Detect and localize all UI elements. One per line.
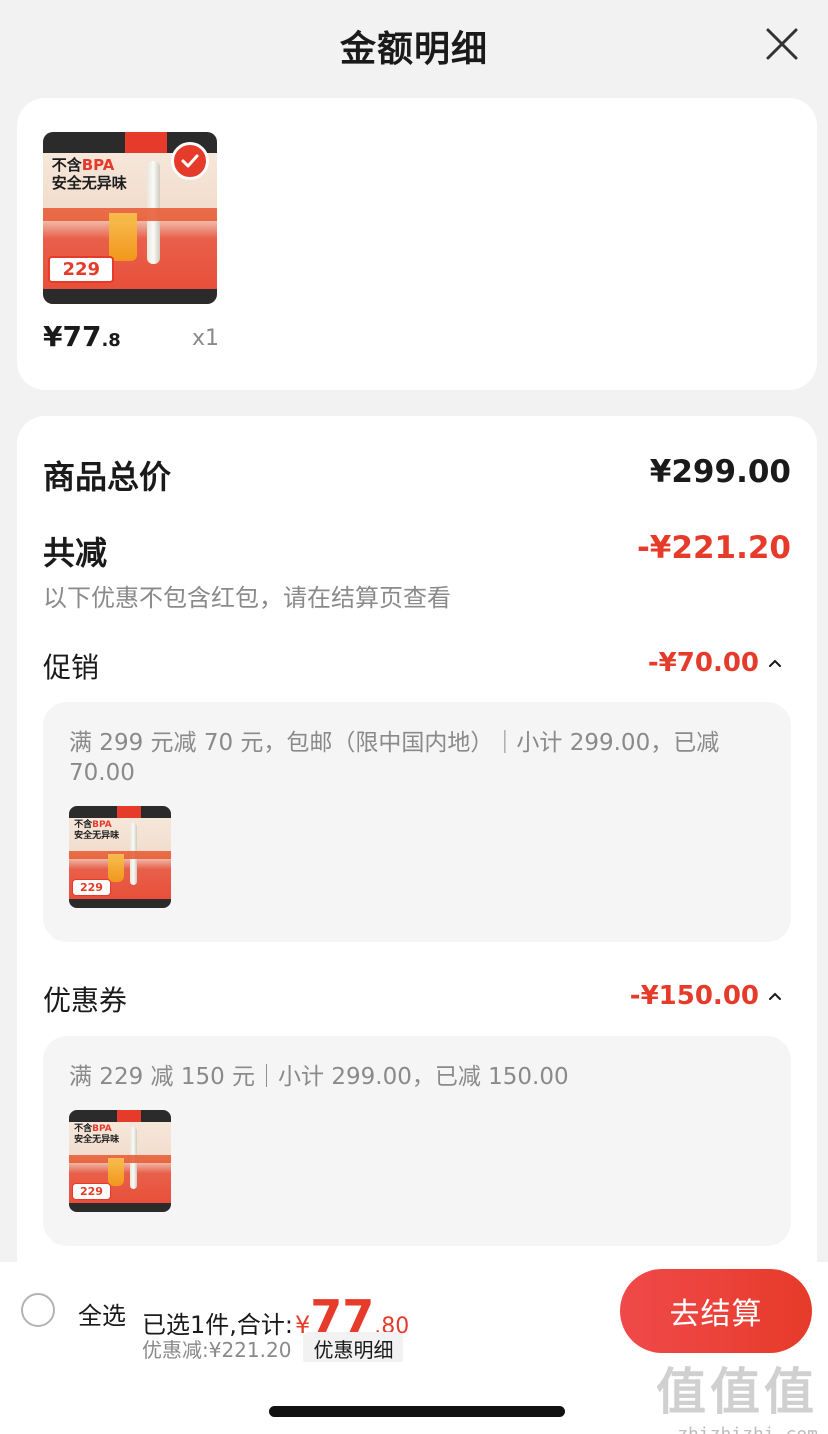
promo-detail-box: 满 299 元减 70 元，包邮（限中国内地）｜小计 299.00，已减 70.… bbox=[43, 702, 791, 942]
discount-summary: 优惠减:¥221.20 优惠明细 bbox=[142, 1332, 404, 1365]
total-reduce-value: -¥221.20 bbox=[636, 530, 791, 566]
total-price-value: ¥299.00 bbox=[649, 454, 791, 490]
discount-amount: 优惠减:¥221.20 bbox=[142, 1338, 292, 1362]
thumb-headline: 不含BPA 安全无异味 bbox=[51, 156, 127, 193]
watermark-url: zhizhizhi.com bbox=[656, 1424, 818, 1434]
discount-detail-button[interactable]: 优惠明细 bbox=[303, 1332, 404, 1365]
chevron-up-icon bbox=[769, 659, 781, 667]
select-all-radio[interactable] bbox=[21, 1293, 55, 1327]
amount-detail-card: 商品总价 ¥299.00 共减 -¥221.20 以下优惠不包含红包，请在结算页… bbox=[17, 416, 817, 1296]
coupon-value: -¥150.00 bbox=[629, 981, 759, 1011]
promo-value: -¥70.00 bbox=[647, 648, 759, 678]
promo-toggle[interactable]: -¥70.00 bbox=[648, 648, 783, 678]
watermark-logo: 值值值 bbox=[656, 1363, 818, 1421]
modal-header: 金额明细 bbox=[0, 0, 828, 92]
coupon-label: 优惠券 bbox=[43, 984, 128, 1017]
close-button[interactable] bbox=[764, 26, 800, 62]
site-watermark: 值值值 zhizhizhi.com bbox=[656, 1352, 818, 1434]
thumb-price: 229 bbox=[48, 255, 115, 284]
home-indicator[interactable] bbox=[269, 1406, 565, 1417]
coupon-product-thumbnail[interactable]: 不含BPA 安全无异味 229 bbox=[69, 1110, 171, 1212]
coupon-detail-box: 满 229 减 150 元｜小计 299.00，已减 150.00 不含BPA … bbox=[43, 1036, 791, 1246]
coupon-toggle[interactable]: -¥150.00 bbox=[630, 981, 783, 1011]
total-price-label: 商品总价 bbox=[43, 458, 172, 496]
product-price: ¥77.8 bbox=[43, 320, 121, 353]
promo-label: 促销 bbox=[43, 651, 100, 684]
product-card: 不含BPA 安全无异味 229 ¥77.8 x1 bbox=[17, 98, 817, 390]
promo-product-thumbnail[interactable]: 不含BPA 安全无异味 229 bbox=[69, 806, 171, 908]
checkout-button[interactable]: 去结算 bbox=[620, 1269, 812, 1353]
product-quantity: x1 bbox=[192, 326, 220, 351]
selected-check-icon bbox=[171, 142, 209, 180]
close-icon bbox=[766, 28, 798, 60]
coupon-description: 满 229 减 150 元｜小计 299.00，已减 150.00 bbox=[69, 1064, 569, 1090]
select-all-label[interactable]: 全选 bbox=[78, 1296, 126, 1331]
checkout-bar: 全选 已选1件,合计: ¥ 77 .80 优惠减:¥221.20 优惠明细 去结… bbox=[0, 1262, 828, 1365]
discount-note: 以下优惠不包含红包，请在结算页查看 bbox=[43, 584, 451, 612]
promo-description: 满 299 元减 70 元，包邮（限中国内地）｜小计 299.00，已减 70.… bbox=[69, 730, 720, 786]
page-title: 金额明细 bbox=[339, 29, 488, 70]
chevron-up-icon bbox=[769, 992, 781, 1000]
total-reduce-label: 共减 bbox=[43, 534, 108, 572]
juice-glass-image bbox=[109, 212, 137, 261]
product-thumbnail[interactable]: 不含BPA 安全无异味 229 bbox=[43, 132, 217, 304]
